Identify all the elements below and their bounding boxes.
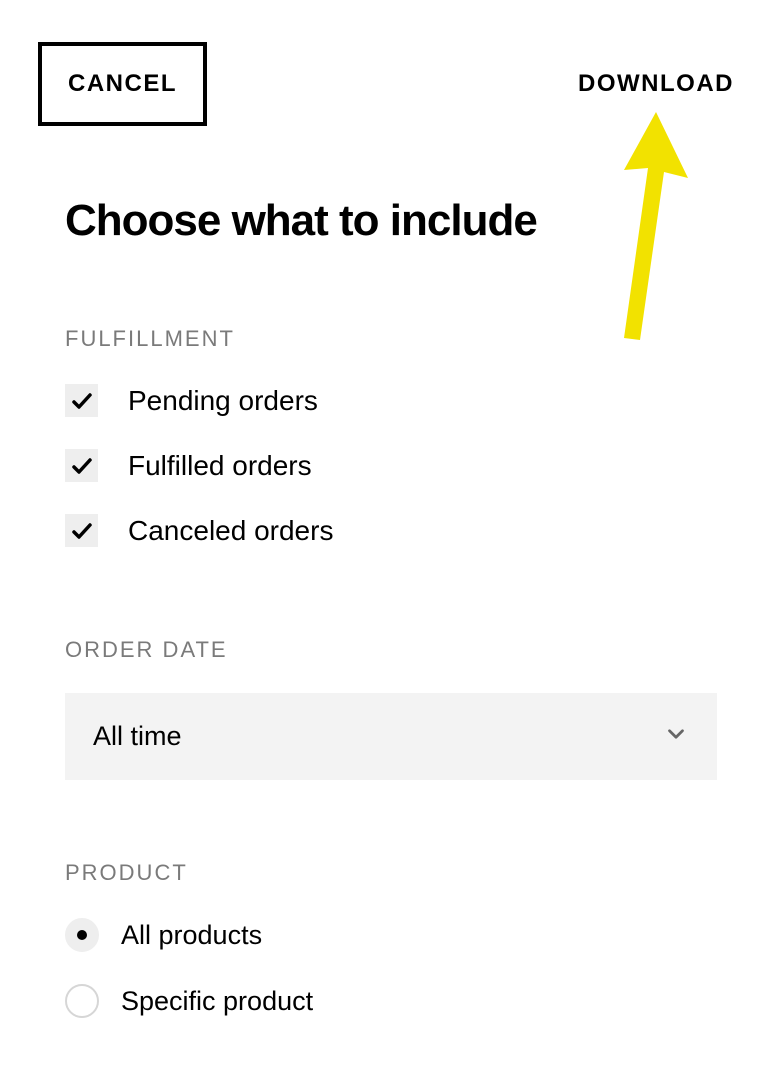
checkbox-icon xyxy=(65,514,98,547)
order-date-section-label: ORDER DATE xyxy=(65,637,717,663)
radio-label: Specific product xyxy=(121,986,313,1017)
order-date-select-value: All time xyxy=(93,721,182,752)
download-button[interactable]: DOWNLOAD xyxy=(578,70,734,98)
radio-icon xyxy=(65,918,99,952)
cancel-button-label: CANCEL xyxy=(68,70,177,97)
chevron-down-icon xyxy=(663,721,689,752)
cancel-button[interactable]: CANCEL xyxy=(38,42,207,126)
order-date-select[interactable]: All time xyxy=(65,693,717,780)
checkbox-label: Pending orders xyxy=(128,385,318,417)
checkbox-icon xyxy=(65,449,98,482)
page-title: Choose what to include xyxy=(65,196,717,246)
radio-specific-product[interactable]: Specific product xyxy=(65,984,717,1018)
checkbox-pending-orders[interactable]: Pending orders xyxy=(65,384,717,417)
checkbox-label: Canceled orders xyxy=(128,515,333,547)
product-section-label: PRODUCT xyxy=(65,860,717,886)
checkbox-fulfilled-orders[interactable]: Fulfilled orders xyxy=(65,449,717,482)
radio-icon xyxy=(65,984,99,1018)
download-button-label: DOWNLOAD xyxy=(578,70,734,97)
radio-label: All products xyxy=(121,920,262,951)
checkbox-label: Fulfilled orders xyxy=(128,450,312,482)
fulfillment-section-label: FULFILLMENT xyxy=(65,326,717,352)
checkbox-icon xyxy=(65,384,98,417)
radio-all-products[interactable]: All products xyxy=(65,918,717,952)
checkbox-canceled-orders[interactable]: Canceled orders xyxy=(65,514,717,547)
